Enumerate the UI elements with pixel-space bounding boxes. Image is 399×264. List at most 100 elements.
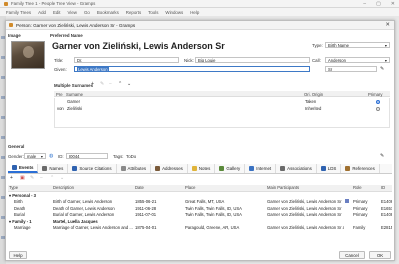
move-down-icon[interactable]: ⌄	[127, 81, 131, 87]
person-icon	[9, 23, 13, 27]
notes-icon	[191, 166, 197, 171]
add-event-icon[interactable]: +	[10, 175, 13, 181]
menu-item-help[interactable]: Help	[190, 10, 199, 15]
event-description: Martel, Luella Jacques	[53, 218, 98, 224]
surname-row[interactable]: von Zieliński Inherited	[55, 106, 389, 112]
events-col-header[interactable]: Place	[184, 185, 266, 190]
share-event-icon[interactable]: ▣	[20, 175, 25, 181]
event-role: Primary	[353, 205, 368, 211]
event-place: Twin Falls, Twin Falls, ID, USA	[185, 212, 242, 218]
tab-lds[interactable]: LDS	[317, 164, 342, 173]
tab-associations[interactable]: Associations	[276, 164, 317, 173]
surname-row[interactable]: Garner Taken	[55, 99, 389, 105]
general-label: General	[8, 144, 25, 149]
add-surname-icon[interactable]: +	[91, 81, 94, 87]
table-row[interactable]: Birth Birth of Garner, Lewis Anderson 1855…	[8, 199, 392, 206]
ok-button[interactable]: OK	[369, 251, 391, 259]
edit-person-dialog: Person: Garner von Zieliński, Lewis Ande…	[5, 20, 395, 261]
tab-notes[interactable]: Notes	[188, 164, 216, 173]
internet-icon	[249, 166, 255, 171]
tab-events[interactable]: Events	[8, 164, 39, 173]
help-button[interactable]: Help	[9, 251, 27, 259]
app-title-bar: Family Tree 1 - People Tree View - Gramp…	[0, 0, 399, 8]
menu-item-add[interactable]: Add	[38, 10, 46, 15]
move-down-icon[interactable]: ⌄	[60, 175, 64, 181]
maximize-icon[interactable]: ▢	[376, 1, 381, 7]
menu-item-reports[interactable]: Reports	[126, 10, 141, 15]
tab-addresses[interactable]: Addresses	[151, 164, 188, 173]
edit-surname-icon[interactable]: ✎	[100, 81, 104, 87]
suffix-field[interactable]: Sr	[325, 66, 377, 72]
tags-label: Tags:	[113, 154, 124, 159]
name-type-combo[interactable]: Birth Name ▾	[325, 42, 390, 48]
call-label: Call:	[312, 58, 321, 63]
tab-label: Attributes	[127, 166, 147, 171]
title-field[interactable]: Dr.	[74, 57, 179, 63]
minimize-icon[interactable]: –	[363, 1, 366, 7]
edit-name-icon[interactable]: ✎	[380, 66, 384, 72]
menu-item-tools[interactable]: Tools	[148, 10, 158, 15]
event-type: Marriage	[14, 225, 31, 231]
tab-source-citations[interactable]: Source Citations	[68, 164, 117, 173]
events-col-header[interactable]: Type	[8, 185, 52, 190]
given-name-field[interactable]: Lewis Anderson	[74, 66, 310, 72]
tab-label: Events	[19, 165, 34, 170]
remove-surname-icon[interactable]: −	[109, 81, 112, 87]
remove-event-icon[interactable]: −	[40, 175, 43, 181]
dialog-close-icon[interactable]: ✕	[385, 22, 390, 28]
primary-radio[interactable]	[376, 99, 380, 104]
name-type-value: Birth Name	[328, 42, 349, 48]
notebook-tabs: Events Names Source Citations Attributes Add…	[8, 164, 392, 174]
event-description: Death of Garner, Lewis Anderson	[53, 205, 115, 211]
cancel-button[interactable]: Cancel	[339, 251, 365, 259]
event-participants: Garner von Zieliński, Lewis Anderson Sr	[267, 212, 342, 218]
event-id: E1406	[381, 199, 392, 205]
privacy-icon[interactable]: ◍	[49, 153, 53, 159]
app-title: Family Tree 1 - People Tree View - Gramp…	[11, 1, 96, 6]
event-participants: Garner von Zieliński, Lewis Anderson Sr …	[267, 225, 344, 231]
type-label: Type:	[312, 43, 323, 48]
events-icon	[12, 165, 17, 170]
tab-references[interactable]: References	[341, 164, 380, 173]
menu-item-family-trees[interactable]: Family Trees	[6, 10, 31, 15]
names-icon	[42, 166, 48, 171]
event-role: Primary	[353, 199, 368, 205]
menu-item-bookmarks[interactable]: Bookmarks	[97, 10, 119, 15]
event-description: Marriage of Garner, Lewis Anderson and .…	[53, 225, 133, 231]
menu-item-edit[interactable]: Edit	[53, 10, 61, 15]
edit-tags-icon[interactable]: ✎	[380, 153, 384, 159]
call-field[interactable]: Anderson ▾	[325, 57, 390, 63]
id-field[interactable]: I0044	[66, 153, 108, 159]
nick-field[interactable]: Big Louie	[195, 57, 310, 63]
events-col-header[interactable]: Main Participants	[266, 185, 344, 190]
tab-label: Internet	[256, 166, 272, 171]
event-role: Primary	[353, 212, 368, 218]
gender-combo[interactable]: male ▾	[24, 153, 46, 159]
table-row[interactable]: Death Death of Garner, Lewis Anderson 1911…	[8, 205, 392, 212]
event-place: Twin Falls, Twin Falls, ID, USA	[185, 205, 242, 211]
tab-internet[interactable]: Internet	[245, 164, 277, 173]
title-label: Title:	[54, 58, 64, 63]
tab-gallery[interactable]: Gallery	[215, 164, 246, 173]
table-row[interactable]: Marriage Marriage of Garner, Lewis Anders…	[8, 225, 392, 232]
menu-item-go[interactable]: Go	[84, 10, 90, 15]
menu-item-windows[interactable]: Windows	[165, 10, 183, 15]
table-row[interactable]: Burial Burial of Garner, Lewis Anderson 19…	[8, 212, 392, 219]
events-col-header[interactable]: Description	[52, 185, 134, 190]
events-col-header[interactable]: ID	[380, 185, 392, 190]
tab-attributes[interactable]: Attributes	[117, 164, 152, 173]
tab-names[interactable]: Names	[38, 164, 69, 173]
events-col-header[interactable]: Date	[134, 185, 184, 190]
events-col-header[interactable]: Role	[352, 185, 380, 190]
move-up-icon[interactable]: ⌃	[50, 175, 54, 181]
person-photo[interactable]	[11, 41, 45, 69]
edit-event-icon[interactable]: ✎	[30, 175, 34, 181]
col-surname: Surname	[66, 91, 83, 97]
close-icon[interactable]: ✕	[391, 1, 395, 7]
tab-label: LDS	[327, 166, 337, 171]
menu-item-view[interactable]: View	[68, 10, 77, 15]
attributes-icon	[120, 166, 126, 171]
event-id: E1657	[381, 205, 392, 211]
move-up-icon[interactable]: ⌃	[118, 81, 122, 87]
primary-radio[interactable]	[376, 106, 380, 111]
